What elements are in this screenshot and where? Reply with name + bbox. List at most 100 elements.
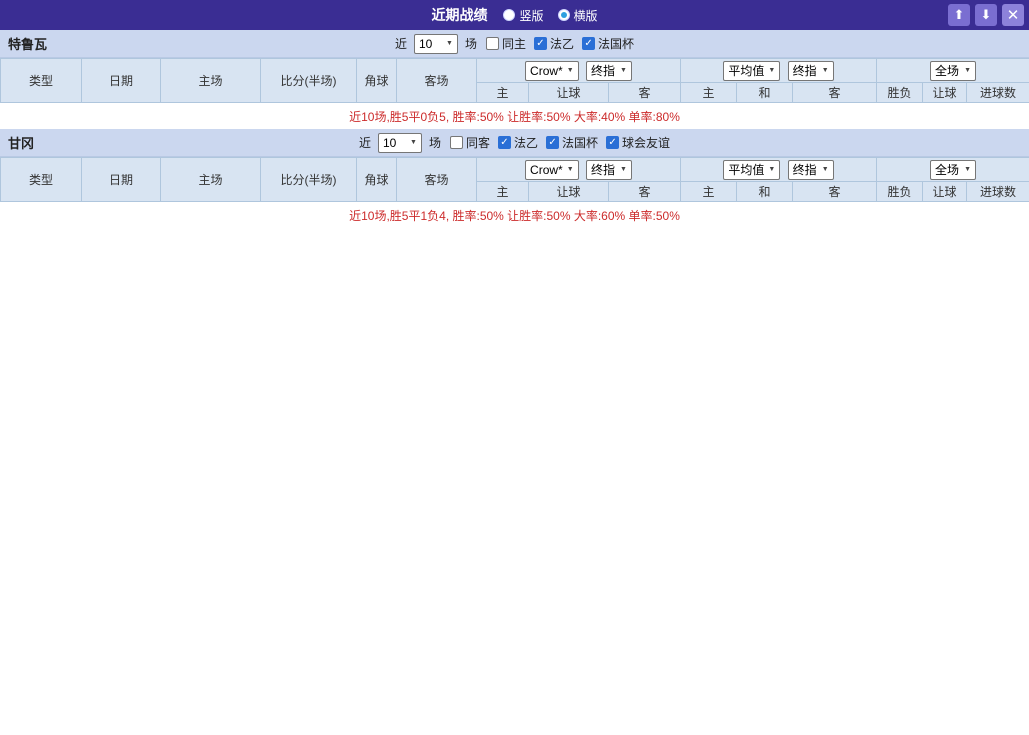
checkbox-label: 法国杯 xyxy=(598,35,634,52)
scroll-up-button[interactable]: ⬆ xyxy=(948,4,970,26)
col-header-type: 类型 xyxy=(1,59,82,103)
radio-label: 横版 xyxy=(574,7,598,24)
filter-checkbox-法乙[interactable]: ✓法乙 xyxy=(534,35,574,52)
layout-radio-group: 竖版 横版 xyxy=(503,7,597,24)
col-header-goals: 进球数 xyxy=(967,182,1029,202)
team-name: 特鲁瓦 xyxy=(8,34,47,53)
chevron-down-icon: ▼ xyxy=(567,166,574,173)
filter-checkbox-法国杯[interactable]: ✓法国杯 xyxy=(582,35,634,52)
bookmaker-select[interactable]: Crow* ▼ xyxy=(525,160,579,180)
average-select[interactable]: 平均值 ▼ xyxy=(723,61,780,81)
europe-odds-group: 平均值 ▼ 终指 ▼ xyxy=(681,59,877,83)
col-header-euro-home: 主 xyxy=(681,83,737,103)
col-header-away: 客场 xyxy=(397,158,477,202)
down-arrow-icon: ⬇ xyxy=(981,7,992,23)
period-select[interactable]: 全场▼ xyxy=(930,160,976,180)
chevron-down-icon: ▼ xyxy=(446,40,453,47)
chevron-down-icon: ▼ xyxy=(768,67,775,74)
col-header-corner: 角球 xyxy=(357,158,397,202)
col-header-euro-draw: 和 xyxy=(737,83,793,103)
checkbox-label: 球会友谊 xyxy=(622,134,670,151)
odds-time-select[interactable]: 终指▼ xyxy=(586,160,632,180)
games-label: 场 xyxy=(429,134,441,151)
col-header-home: 主场 xyxy=(161,59,261,103)
select-value: 平均值 xyxy=(728,62,764,79)
col-header-corner: 角球 xyxy=(357,59,397,103)
col-header-odds-home: 主 xyxy=(477,83,529,103)
checkbox-label: 同客 xyxy=(466,134,490,151)
team-section-away: 甘冈 近 10▼ 场 同客✓法乙✓法国杯✓球会友谊 类型 日期 主场 比分(半场… xyxy=(0,129,1029,228)
col-header-date: 日期 xyxy=(82,59,161,103)
close-button[interactable]: ✕ xyxy=(1002,4,1024,26)
odds-time-select[interactable]: 终指 ▼ xyxy=(788,61,834,81)
team-header-bar: 甘冈 近 10▼ 场 同客✓法乙✓法国杯✓球会友谊 xyxy=(0,129,1029,157)
select-value: Crow* xyxy=(530,64,563,78)
filter-checkboxes: 同主✓法乙✓法国杯 xyxy=(486,35,634,52)
chevron-down-icon: ▼ xyxy=(822,166,829,173)
col-header-handicap-result: 让球 xyxy=(923,182,967,202)
checkbox-icon: ✓ xyxy=(534,37,547,50)
chevron-down-icon: ▼ xyxy=(768,166,775,173)
odds-time-select[interactable]: 终指▼ xyxy=(788,160,834,180)
radio-label: 竖版 xyxy=(519,7,543,24)
chevron-down-icon: ▼ xyxy=(410,139,417,146)
bookmaker-select[interactable]: Crow* ▼ xyxy=(525,61,579,81)
col-header-odds-home: 主 xyxy=(477,182,529,202)
select-value: 终指 xyxy=(591,62,615,79)
games-label: 场 xyxy=(465,35,477,52)
top-bar-buttons: ⬆ ⬇ ✕ xyxy=(948,4,1024,26)
result-group: 全场 ▼ xyxy=(877,59,1029,83)
col-header-away: 客场 xyxy=(397,59,477,103)
odds-time-select[interactable]: 终指▼ xyxy=(586,61,632,81)
summary-line: 近10场,胜5平0负5, 胜率:50% 让胜率:50% 大率:40% 单率:80… xyxy=(0,103,1029,129)
select-value: 全场 xyxy=(935,62,959,79)
chevron-down-icon: ▼ xyxy=(964,67,971,74)
col-header-handicap: 让球 xyxy=(529,83,609,103)
col-header-date: 日期 xyxy=(82,158,161,202)
recent-count-select[interactable]: 10 ▼ xyxy=(378,133,422,153)
recent-count-select[interactable]: 10▼ xyxy=(414,34,458,54)
filter-bar: 近 10▼ 场 同客✓法乙✓法国杯✓球会友谊 xyxy=(359,133,670,153)
top-bar: 近期战绩 竖版 横版 ⬆ ⬇ ✕ xyxy=(0,0,1029,30)
select-value: 终指 xyxy=(793,62,817,79)
filter-checkboxes: 同客✓法乙✓法国杯✓球会友谊 xyxy=(450,134,670,151)
select-value: 10 xyxy=(383,136,396,150)
filter-checkbox-同客[interactable]: 同客 xyxy=(450,134,490,151)
col-header-goals: 进球数 xyxy=(967,83,1029,103)
filter-checkbox-球会友谊[interactable]: ✓球会友谊 xyxy=(606,134,670,151)
col-header-home: 主场 xyxy=(161,158,261,202)
checkbox-label: 同主 xyxy=(502,35,526,52)
checkbox-icon xyxy=(450,136,463,149)
chevron-down-icon: ▼ xyxy=(567,67,574,74)
average-select[interactable]: 平均值 ▼ xyxy=(723,160,780,180)
col-header-handicap: 让球 xyxy=(529,182,609,202)
filter-checkbox-法国杯[interactable]: ✓法国杯 xyxy=(546,134,598,151)
col-header-euro-draw: 和 xyxy=(737,182,793,202)
col-header-wdl: 胜负 xyxy=(877,83,923,103)
scroll-down-button[interactable]: ⬇ xyxy=(975,4,997,26)
select-value: Crow* xyxy=(530,163,563,177)
top-bar-center: 近期战绩 竖版 横版 xyxy=(431,5,597,25)
col-header-score: 比分(半场) xyxy=(261,59,357,103)
checkbox-label: 法国杯 xyxy=(562,134,598,151)
filter-bar: 近 10▼ 场 同主✓法乙✓法国杯 xyxy=(395,34,634,54)
chevron-down-icon: ▼ xyxy=(822,67,829,74)
col-header-euro-home: 主 xyxy=(681,182,737,202)
filter-checkbox-同主[interactable]: 同主 xyxy=(486,35,526,52)
checkbox-icon: ✓ xyxy=(582,37,595,50)
layout-radio-横版[interactable]: 横版 xyxy=(558,7,598,24)
checkbox-icon: ✓ xyxy=(498,136,511,149)
col-header-odds-away: 客 xyxy=(609,182,681,202)
layout-radio-竖版[interactable]: 竖版 xyxy=(503,7,543,24)
chevron-down-icon: ▼ xyxy=(620,166,627,173)
checkbox-label: 法乙 xyxy=(514,134,538,151)
page-title: 近期战绩 xyxy=(431,5,487,25)
up-arrow-icon: ⬆ xyxy=(954,7,965,23)
select-value: 平均值 xyxy=(728,161,764,178)
col-header-euro-away: 客 xyxy=(793,182,877,202)
europe-odds-group: 平均值 ▼ 终指▼ xyxy=(681,158,877,182)
radio-icon xyxy=(503,9,515,21)
filter-checkbox-法乙[interactable]: ✓法乙 xyxy=(498,134,538,151)
period-select[interactable]: 全场 ▼ xyxy=(930,61,976,81)
recent-label: 近 xyxy=(359,134,371,151)
